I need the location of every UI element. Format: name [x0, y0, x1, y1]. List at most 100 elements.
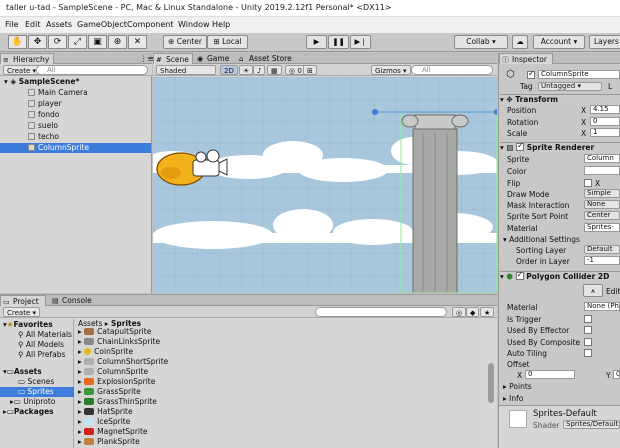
scene-search-input[interactable]: All — [411, 65, 493, 75]
tab-project[interactable]: ▭ Project — [0, 295, 46, 306]
tab-asset-store[interactable]: ⌂ Asset Store — [237, 53, 303, 64]
points-foldout[interactable]: ▸ Points — [503, 382, 532, 391]
account-button[interactable]: Account ▾ — [533, 35, 585, 49]
sprite-renderer-header[interactable]: ▾ ▨ Sprite Renderer — [500, 141, 620, 153]
menu-edit[interactable]: Edit — [25, 20, 41, 29]
pivot-center-button[interactable]: ⊕ Center — [163, 35, 207, 49]
hierarchy-item-player[interactable]: player — [28, 99, 62, 109]
menu-window[interactable]: Window — [178, 20, 210, 29]
color-field[interactable] — [584, 166, 620, 175]
favorite-all-materials[interactable]: ⚲ All Materials — [18, 330, 72, 340]
effects-icon[interactable]: ▦ — [267, 65, 282, 75]
hierarchy-item-techo[interactable]: techo — [28, 132, 59, 142]
edit-collider-button[interactable]: ⩚ — [583, 284, 603, 297]
menu-file[interactable]: File — [5, 20, 18, 29]
used-by-composite-checkbox[interactable] — [584, 338, 592, 346]
rotate-tool-icon[interactable]: ⟳ — [48, 35, 67, 49]
favorite-all-models[interactable]: ⚲ All Models — [18, 340, 64, 350]
project-search-input[interactable] — [315, 307, 447, 317]
assets-node[interactable]: ▾▭Assets — [3, 367, 42, 377]
draw-mode-dropdown[interactable]: Simple — [584, 189, 620, 198]
folder-uniproto[interactable]: ▸▭ Uniproto — [10, 397, 55, 407]
material-field[interactable]: Sprites- — [584, 223, 620, 232]
collider-enabled-checkbox[interactable] — [515, 270, 524, 280]
hierarchy-search-input[interactable]: All — [36, 65, 148, 75]
layers-button[interactable]: Layers — [589, 35, 620, 49]
asset-item[interactable]: ▸ ExplosionSprite — [78, 377, 155, 387]
sorting-layer-dropdown[interactable]: Default — [584, 245, 620, 254]
asset-item[interactable]: ▸ IceSprite — [78, 417, 130, 427]
scrollbar-thumb[interactable] — [488, 363, 494, 403]
hand-tool-icon[interactable]: ✋ — [8, 35, 27, 49]
menu-help[interactable]: Help — [212, 20, 230, 29]
tab-hierarchy[interactable]: ≡ Hierarchy — [0, 53, 54, 64]
shading-dropdown[interactable]: Shaded — [156, 65, 216, 75]
menu-assets[interactable]: Assets — [46, 20, 72, 29]
asset-item[interactable]: ▸ PlankSprite — [78, 437, 140, 447]
pivot-local-button[interactable]: ⊞ Local — [207, 35, 248, 49]
active-checkbox[interactable] — [527, 69, 535, 79]
scene-root-row[interactable]: ▾ ◈ SampleScene* — [4, 77, 150, 87]
project-scrollbar[interactable] — [486, 319, 496, 448]
asset-item[interactable]: ▸ CoinSprite — [78, 347, 133, 357]
lighting-icon[interactable]: ☀ — [239, 65, 254, 75]
rotation-x-field[interactable]: 0 — [590, 117, 620, 126]
tab-console[interactable]: ▤ Console — [50, 295, 96, 306]
audio-icon[interactable]: ♪ — [253, 65, 266, 75]
asset-item[interactable]: ▸ CatapultSprite — [78, 327, 151, 337]
transform-header[interactable]: ▾ ✥ Transform — [500, 94, 620, 105]
shader-dropdown[interactable]: Sprites/Default — [563, 420, 620, 429]
offset-x-field[interactable]: 0 — [525, 370, 575, 379]
flip-x-checkbox[interactable] — [584, 179, 592, 187]
collider-material-field[interactable]: None (Phy — [584, 302, 620, 311]
sprite-renderer-enabled-checkbox[interactable] — [516, 141, 525, 151]
used-by-effector-checkbox[interactable] — [584, 326, 592, 334]
move-tool-icon[interactable]: ✥ — [28, 35, 47, 49]
sort-point-dropdown[interactable]: Center — [584, 211, 620, 220]
tag-dropdown[interactable]: Untagged ▾ — [538, 82, 602, 91]
packages-node[interactable]: ▸▭Packages — [3, 407, 54, 417]
hierarchy-create-button[interactable]: Create ▾ — [3, 65, 41, 75]
is-trigger-checkbox[interactable] — [584, 315, 592, 323]
sprite-field[interactable]: Column — [584, 154, 620, 163]
tab-scene[interactable]: # Scene — [153, 53, 193, 64]
tab-game[interactable]: ◉ Game — [195, 53, 235, 64]
transform-tool-icon[interactable]: ⊕ — [108, 35, 127, 49]
asset-item[interactable]: ▸ ColumnSprite — [78, 367, 148, 377]
play-button[interactable]: ▶ — [306, 35, 327, 49]
menu-component[interactable]: Component — [127, 20, 173, 29]
filter-type-icon[interactable]: ◎ — [452, 307, 467, 317]
project-create-button[interactable]: Create ▾ — [3, 307, 41, 317]
polygon-collider-header[interactable]: ▾ ⬢ Polygon Collider 2D — [500, 270, 620, 282]
scale-tool-icon[interactable]: ⤢ — [68, 35, 87, 49]
grid-toggle-icon[interactable]: ⊞ — [303, 65, 317, 75]
scale-x-field[interactable]: 1 — [590, 128, 620, 137]
favorites-node[interactable]: ▾★Favorites — [3, 320, 53, 330]
hierarchy-item-main-camera[interactable]: Main Camera — [28, 88, 88, 98]
rect-tool-icon[interactable]: ▣ — [88, 35, 107, 49]
asset-item[interactable]: ▸ GrassThinSprite — [78, 397, 157, 407]
collab-button[interactable]: Collab ▾ — [454, 35, 508, 49]
favorite-all-prefabs[interactable]: ⚲ All Prefabs — [18, 350, 65, 360]
asset-item[interactable]: ▸ MagnetSprite — [78, 427, 148, 437]
auto-tiling-checkbox[interactable] — [584, 349, 592, 357]
hierarchy-item-fondo[interactable]: fondo — [28, 110, 59, 120]
offset-y-field[interactable]: 0 — [613, 370, 620, 379]
scene-viewport[interactable] — [153, 77, 497, 293]
additional-settings-foldout[interactable]: ▾ Additional Settings — [503, 235, 580, 244]
hierarchy-item-columnsprite[interactable]: ColumnSprite — [0, 143, 151, 153]
folder-scenes[interactable]: ▭ Scenes — [18, 377, 54, 387]
asset-item[interactable]: ▸ GrassSprite — [78, 387, 141, 397]
menu-gameobject[interactable]: GameObject — [77, 20, 127, 29]
asset-item[interactable]: ▸ HatSprite — [78, 407, 133, 417]
filter-label-icon[interactable]: ◆ — [466, 307, 480, 317]
order-in-layer-field[interactable]: -1 — [584, 256, 620, 265]
step-button[interactable]: ▶❘ — [350, 35, 371, 49]
cloud-icon[interactable]: ☁ — [512, 35, 528, 49]
custom-tool-icon[interactable]: ✕ — [128, 35, 147, 49]
info-foldout[interactable]: ▸ Info — [503, 394, 523, 403]
asset-item[interactable]: ▸ ColumnShortSprite — [78, 357, 168, 367]
folder-sprites[interactable]: ▭ Sprites — [0, 387, 74, 397]
panel-menu-icon[interactable]: ⋮≡ — [140, 54, 154, 63]
mode-2d-toggle[interactable]: 2D — [220, 65, 238, 75]
